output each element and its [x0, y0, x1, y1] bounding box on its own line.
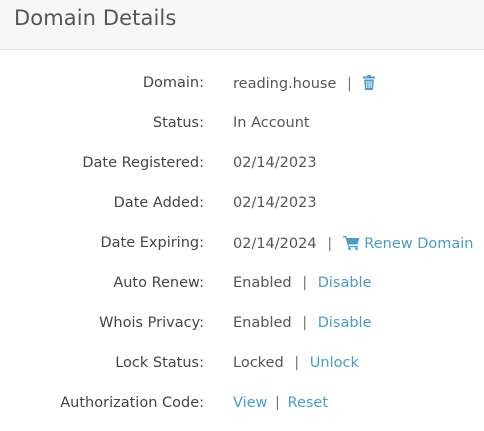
lock-status-label: Lock Status: — [115, 355, 204, 371]
detail-row-domain: Domain: reading.house | — [0, 63, 484, 103]
whois-privacy-label: Whois Privacy: — [99, 315, 204, 331]
separator: | — [275, 395, 280, 411]
whois-privacy-value: Enabled — [233, 315, 292, 331]
status-label: Status: — [152, 115, 204, 131]
status-value: In Account — [233, 115, 310, 131]
cart-icon — [342, 235, 360, 254]
separator: | — [347, 76, 352, 92]
detail-row-date-registered: Date Registered: 02/14/2023 — [0, 143, 484, 183]
detail-row-auto-renew: Auto Renew: Enabled | Disable — [0, 263, 484, 303]
reset-auth-code-link[interactable]: Reset — [288, 395, 329, 411]
date-expiring-label: Date Expiring: — [100, 235, 204, 251]
date-expiring-value-group: 02/14/2024 | Renew Domain — [233, 235, 474, 254]
authorization-code-value-group: View | Reset — [233, 395, 328, 411]
separator: | — [302, 315, 308, 331]
lock-status-value: Locked — [233, 355, 284, 371]
auto-renew-label: Auto Renew: — [113, 275, 204, 291]
detail-row-lock-status: Lock Status: Locked | Unlock — [0, 343, 484, 383]
authorization-code-label: Authorization Code: — [60, 395, 204, 411]
date-registered-label: Date Registered: — [82, 155, 204, 171]
detail-row-whois-privacy: Whois Privacy: Enabled | Disable — [0, 303, 484, 343]
disable-whois-privacy-link[interactable]: Disable — [318, 315, 372, 331]
view-auth-code-link[interactable]: View — [233, 395, 267, 411]
detail-row-date-added: Date Added: 02/14/2023 — [0, 183, 484, 223]
date-added-value: 02/14/2023 — [233, 195, 317, 211]
disable-auto-renew-link[interactable]: Disable — [318, 275, 372, 291]
date-expiring-value: 02/14/2024 — [233, 236, 317, 252]
domain-name: reading.house — [233, 76, 337, 92]
lock-status-value-group: Locked | Unlock — [233, 355, 359, 371]
auto-renew-value-group: Enabled | Disable — [233, 275, 372, 291]
date-registered-value: 02/14/2023 — [233, 155, 317, 171]
detail-row-date-expiring: Date Expiring: 02/14/2024 | Renew Domain — [0, 223, 484, 263]
separator: | — [302, 275, 308, 291]
page-header: Domain Details — [0, 0, 484, 50]
whois-privacy-value-group: Enabled | Disable — [233, 315, 372, 331]
separator: | — [327, 236, 333, 252]
separator: | — [294, 355, 300, 371]
date-added-label: Date Added: — [113, 195, 204, 211]
renew-domain-link[interactable]: Renew Domain — [342, 235, 474, 254]
trash-icon[interactable] — [362, 75, 375, 94]
page-title: Domain Details — [14, 6, 177, 30]
renew-domain-label: Renew Domain — [364, 236, 474, 252]
domain-value-group: reading.house | — [233, 75, 375, 94]
domain-label: Domain: — [142, 75, 204, 91]
detail-row-authorization-code: Authorization Code: View | Reset — [0, 383, 484, 423]
unlock-link[interactable]: Unlock — [310, 355, 359, 371]
detail-row-status: Status: In Account — [0, 103, 484, 143]
auto-renew-value: Enabled — [233, 275, 292, 291]
